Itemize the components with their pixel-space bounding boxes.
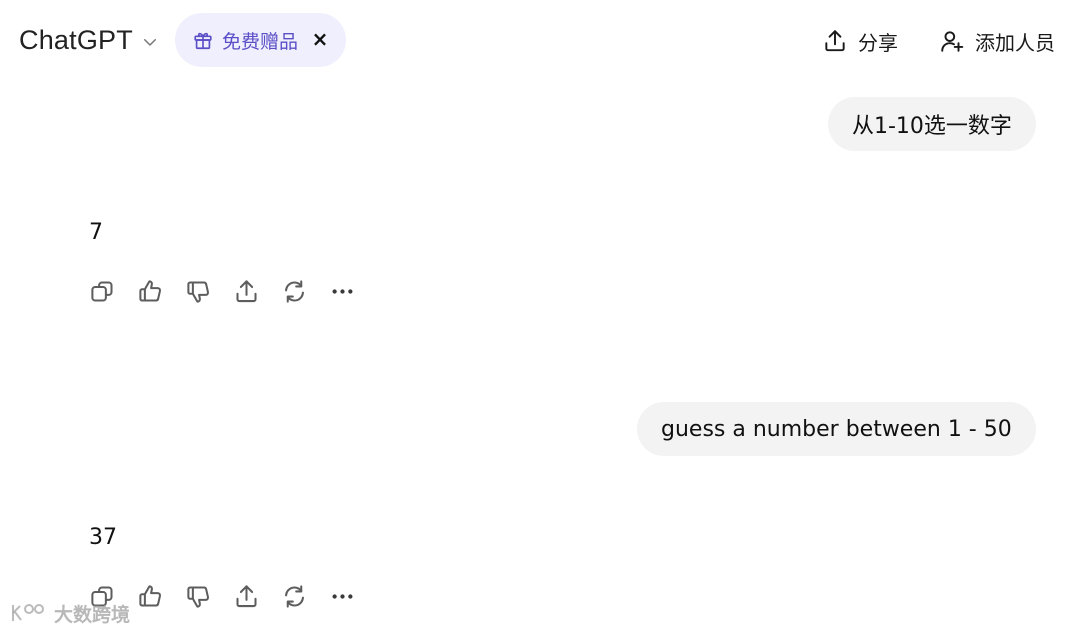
assistant-message: 7: [89, 220, 103, 245]
copy-icon: [90, 280, 113, 302]
thumbs-down-icon: [186, 585, 209, 608]
share-icon: [825, 30, 845, 52]
promo-label: 免费赠品: [222, 30, 299, 53]
top-header: ChatGPT 免费赠品 × 分享 添加人员: [0, 0, 1077, 80]
model-switcher[interactable]: ChatGPT: [19, 22, 159, 58]
share-label: 分享: [858, 30, 898, 55]
chat-page: ChatGPT 免费赠品 × 分享 添加人员 从1-10选一数字 7 guess…: [0, 0, 1077, 634]
share-button[interactable]: 分享: [822, 24, 898, 58]
more-button[interactable]: [328, 581, 356, 611]
thumbs-up-button[interactable]: [136, 276, 164, 306]
user-message: 从1-10选一数字: [828, 97, 1036, 151]
regenerate-button[interactable]: [280, 581, 308, 611]
free-gift-promo[interactable]: 免费赠品 ×: [175, 13, 346, 67]
more-icon: [331, 288, 353, 294]
regenerate-icon: [284, 279, 304, 303]
watermark-text: 大数跨境: [54, 603, 131, 626]
share-icon: [235, 279, 257, 302]
user-message: guess a number between 1 - 50: [637, 402, 1036, 456]
thumbs-down-button[interactable]: [184, 276, 212, 306]
add-people-button[interactable]: 添加人员: [939, 24, 1055, 58]
thumbs-down-icon: [186, 280, 209, 303]
assistant-message: 37: [89, 525, 117, 550]
regenerate-icon: [284, 584, 304, 608]
close-promo-button[interactable]: ×: [308, 27, 332, 51]
share-message-button[interactable]: [232, 581, 260, 611]
more-button[interactable]: [328, 276, 356, 306]
gift-icon: [192, 29, 214, 51]
add-person-icon: [941, 31, 964, 52]
more-icon: [331, 593, 353, 599]
share-icon: [235, 584, 257, 607]
chevron-down-icon: [143, 38, 156, 46]
watermark: 大数跨境: [10, 600, 130, 626]
thumbs-up-icon: [138, 279, 161, 302]
thumbs-up-button[interactable]: [136, 581, 164, 611]
regenerate-button[interactable]: [280, 276, 308, 306]
copy-button[interactable]: [88, 276, 116, 306]
thumbs-up-icon: [138, 584, 161, 607]
add-people-label: 添加人员: [975, 30, 1055, 55]
thumbs-down-button[interactable]: [184, 581, 212, 611]
message-actions: [88, 276, 356, 306]
watermark-logo-icon: [12, 604, 44, 621]
share-message-button[interactable]: [232, 276, 260, 306]
model-name: ChatGPT: [19, 24, 133, 55]
